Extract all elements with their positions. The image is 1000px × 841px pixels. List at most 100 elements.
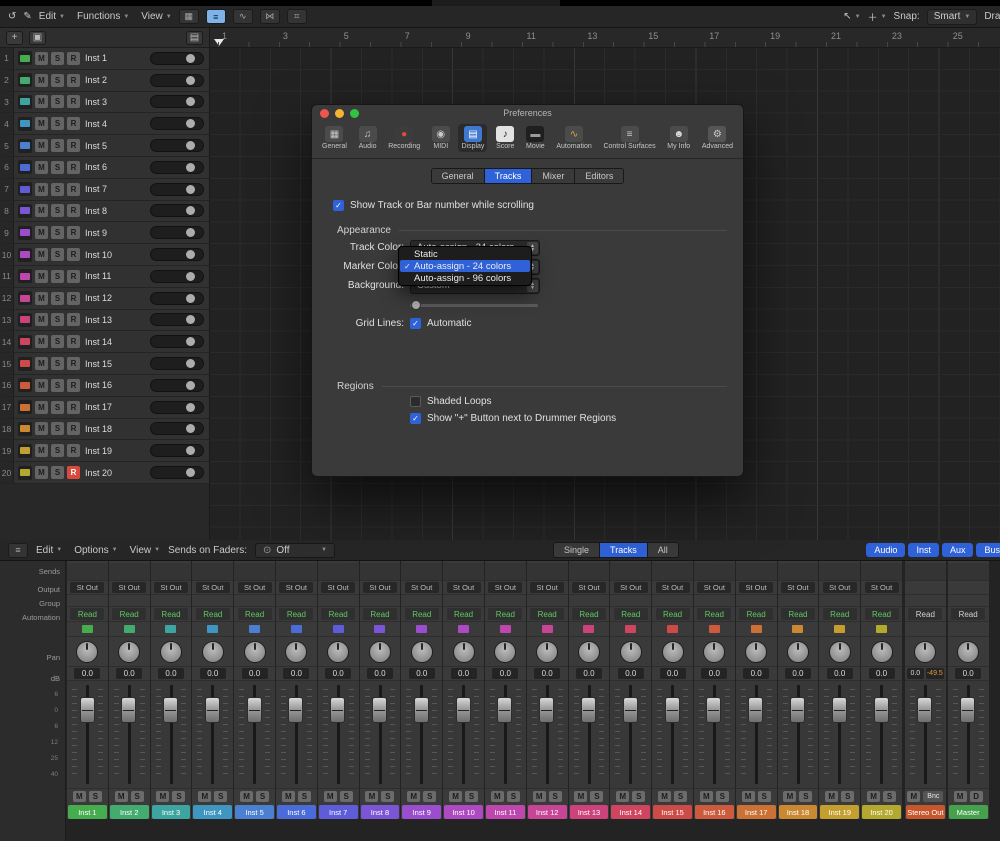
output-slot[interactable]: St Out [318,581,359,595]
mute-button[interactable]: M [365,791,378,802]
automation-slot[interactable]: Read [861,607,902,622]
automation-slot[interactable]: Read [905,607,946,622]
solo-button[interactable]: S [51,466,64,479]
mute-button[interactable]: M [825,791,838,802]
record-button[interactable]: R [67,466,80,479]
fader-cap[interactable] [121,697,136,723]
channel-name[interactable]: Inst 9 [402,805,441,819]
automation-read-button[interactable]: Read [908,608,942,620]
slider-knob[interactable] [411,300,421,310]
volume-knob[interactable] [186,54,195,63]
fader-cap[interactable] [205,697,220,723]
solo-button[interactable]: S [51,248,64,261]
record-button[interactable]: R [67,270,80,283]
menu-view[interactable]: View▼ [141,11,171,22]
track-row[interactable]: 4MSRInst 4 [0,113,209,135]
automation-slot[interactable]: Read [485,607,526,622]
fader[interactable] [192,681,233,789]
solo-button[interactable]: S [51,292,64,305]
volume-knob[interactable] [186,228,195,237]
pan-knob[interactable] [536,641,558,663]
volume-value[interactable]: 0.0 [785,668,811,679]
volume-value[interactable]: 0.0 [701,668,727,679]
solo-button[interactable]: S [51,422,64,435]
volume-knob[interactable] [186,185,195,194]
tab-editors[interactable]: Editors [575,169,623,183]
checkbox-checked-icon[interactable]: ✓ [410,318,421,329]
output-slot[interactable]: St Out [610,581,651,595]
mute-button[interactable]: M [35,183,48,196]
automation-read-button[interactable]: Read [363,608,397,620]
track-row[interactable]: 8MSRInst 8 [0,201,209,223]
fader[interactable] [401,681,442,789]
prefs-toolbar-my-info[interactable]: ☻My Info [664,124,693,152]
fader[interactable] [861,681,902,789]
pan-knob[interactable] [494,641,516,663]
fader-cap[interactable] [665,697,680,723]
mute-button[interactable]: M [73,791,86,802]
solo-button[interactable]: S [51,117,64,130]
mute-button[interactable]: M [35,248,48,261]
volume-knob[interactable] [186,141,195,150]
track-row[interactable]: 15MSRInst 15 [0,353,209,375]
fader-cap[interactable] [330,697,345,723]
solo-button[interactable]: S [381,791,394,802]
output-slot[interactable]: St Out [569,581,610,595]
pan-knob[interactable] [453,641,475,663]
solo-button[interactable]: S [51,357,64,370]
track-row[interactable]: 13MSRInst 13 [0,310,209,332]
solo-button[interactable]: S [51,52,64,65]
output-button[interactable]: St Out [196,582,230,593]
pan-knob[interactable] [76,641,98,663]
record-button[interactable]: R [67,335,80,348]
mute-button[interactable]: M [282,791,295,802]
record-button[interactable]: R [67,313,80,326]
volume-value[interactable]: 0.0 [955,668,981,679]
sends-slot[interactable] [736,563,777,581]
sends-slot[interactable] [318,563,359,581]
mute-button[interactable]: M [35,117,48,130]
sends-slot[interactable] [861,563,902,581]
automation-slot[interactable]: Read [192,607,233,622]
solo-button[interactable]: S [214,791,227,802]
record-button[interactable]: R [67,401,80,414]
solo-button[interactable]: S [465,791,478,802]
fader[interactable] [276,681,317,789]
mute-button[interactable]: M [449,791,462,802]
volume-slider[interactable] [150,466,204,479]
mute-button[interactable]: M [35,401,48,414]
mute-button[interactable]: M [783,791,796,802]
fader-cap[interactable] [80,697,95,723]
fader-cap[interactable] [623,697,638,723]
pan-knob[interactable] [202,641,224,663]
menu-functions[interactable]: Functions▼ [77,11,129,22]
automation-slot[interactable]: Read [234,607,275,622]
volume-value[interactable]: 0.0 [451,668,477,679]
mute-button[interactable]: M [35,313,48,326]
automation-read-button[interactable]: Read [112,608,146,620]
output-button[interactable]: St Out [112,582,146,593]
sends-slot[interactable] [234,563,275,581]
channel-name[interactable]: Inst 2 [110,805,149,819]
automation-read-button[interactable]: Read [154,608,188,620]
output-button[interactable]: St Out [321,582,355,593]
volume-knob[interactable] [186,337,195,346]
volume-slider[interactable] [150,401,204,414]
fader-cap[interactable] [497,697,512,723]
volume-slider[interactable] [150,422,204,435]
output-slot[interactable]: St Out [652,581,693,595]
channel-name[interactable]: Inst 8 [361,805,400,819]
channel-name[interactable]: Inst 13 [570,805,609,819]
group-slot[interactable] [109,595,150,607]
channel-name[interactable]: Inst 3 [152,805,191,819]
solo-button[interactable]: S [340,791,353,802]
channel-name[interactable]: Inst 12 [528,805,567,819]
channel-name[interactable]: Inst 19 [820,805,859,819]
fader-cap[interactable] [960,697,975,723]
channel-name[interactable]: Inst 4 [193,805,232,819]
automation-slot[interactable]: Read [67,607,108,622]
sends-slot[interactable] [109,563,150,581]
solo-button[interactable]: S [758,791,771,802]
automation-read-button[interactable]: Read [321,608,355,620]
undo-icon[interactable]: ↺ [8,11,16,22]
